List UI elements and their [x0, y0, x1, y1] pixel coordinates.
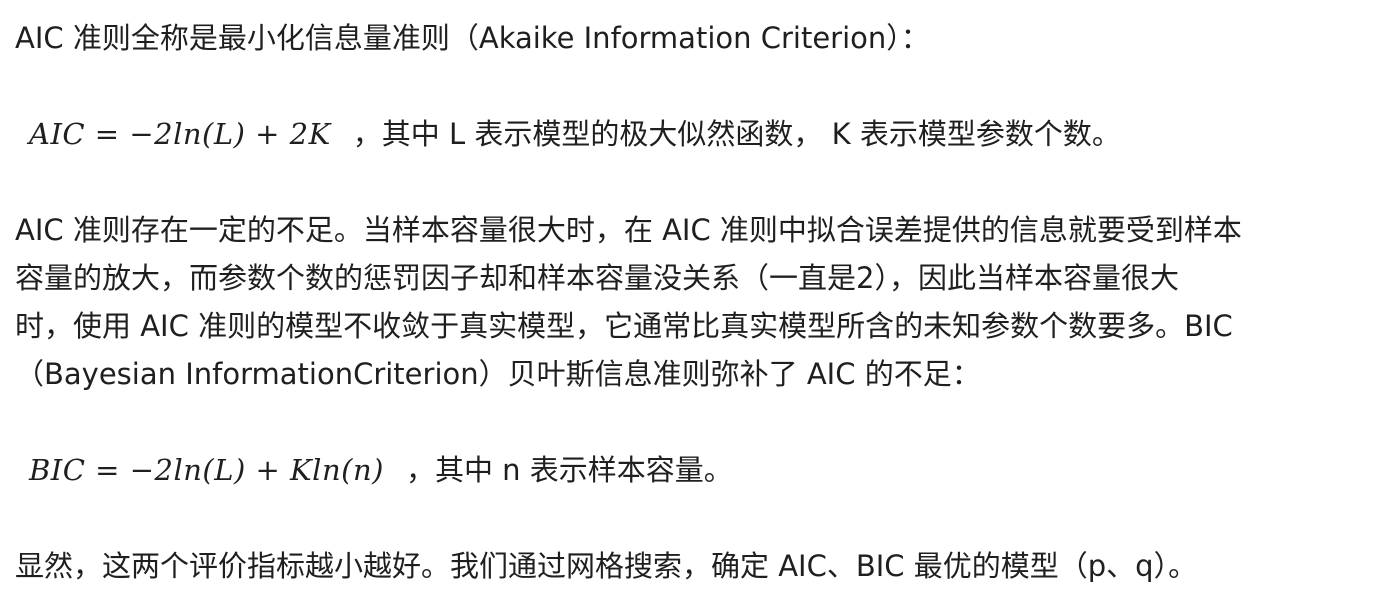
- paragraph-line: 时，使用 AIC 准则的模型不收敛于真实模型，它通常比真实模型所含的未知参数个数…: [15, 309, 1233, 343]
- paragraph-line: （Bayesian InformationCriterion）贝叶斯信息准则弥补…: [15, 357, 981, 391]
- aic-formula-description: ，其中 L 表示模型的极大似然函数， K 表示模型参数个数。: [352, 117, 1121, 151]
- document-body: AIC 准则全称是最小化信息量准则（Akaike Information Cri…: [15, 14, 1390, 590]
- conclusion-paragraph: 显然，这两个评价指标越小越好。我们通过网格搜索，确定 AIC、BIC 最优的模型…: [15, 542, 1390, 590]
- aic-intro-text: AIC 准则全称是最小化信息量准则（Akaike Information Cri…: [15, 21, 930, 55]
- aic-limitation-paragraph: AIC 准则存在一定的不足。当样本容量很大时，在 AIC 准则中拟合误差提供的信…: [15, 206, 1390, 398]
- aic-formula-line: AIC = −2ln(L) + 2K ，其中 L 表示模型的极大似然函数， K …: [15, 110, 1390, 158]
- bic-formula-line: BIC = −2ln(L) + Kln(n) ，其中 n 表示样本容量。: [15, 446, 1390, 494]
- aic-intro-paragraph: AIC 准则全称是最小化信息量准则（Akaike Information Cri…: [15, 14, 1390, 62]
- paragraph-line: AIC 准则存在一定的不足。当样本容量很大时，在 AIC 准则中拟合误差提供的信…: [15, 213, 1242, 247]
- bic-formula-description: ，其中 n 表示样本容量。: [405, 453, 733, 487]
- paragraph-line: 容量的放大，而参数个数的惩罚因子却和样本容量没关系（一直是2），因此当样本容量很…: [15, 261, 1179, 295]
- bic-formula: BIC = −2ln(L) + Kln(n): [29, 453, 384, 487]
- conclusion-text: 显然，这两个评价指标越小越好。我们通过网格搜索，确定 AIC、BIC 最优的模型…: [15, 549, 1198, 583]
- aic-formula: AIC = −2ln(L) + 2K: [29, 117, 331, 151]
